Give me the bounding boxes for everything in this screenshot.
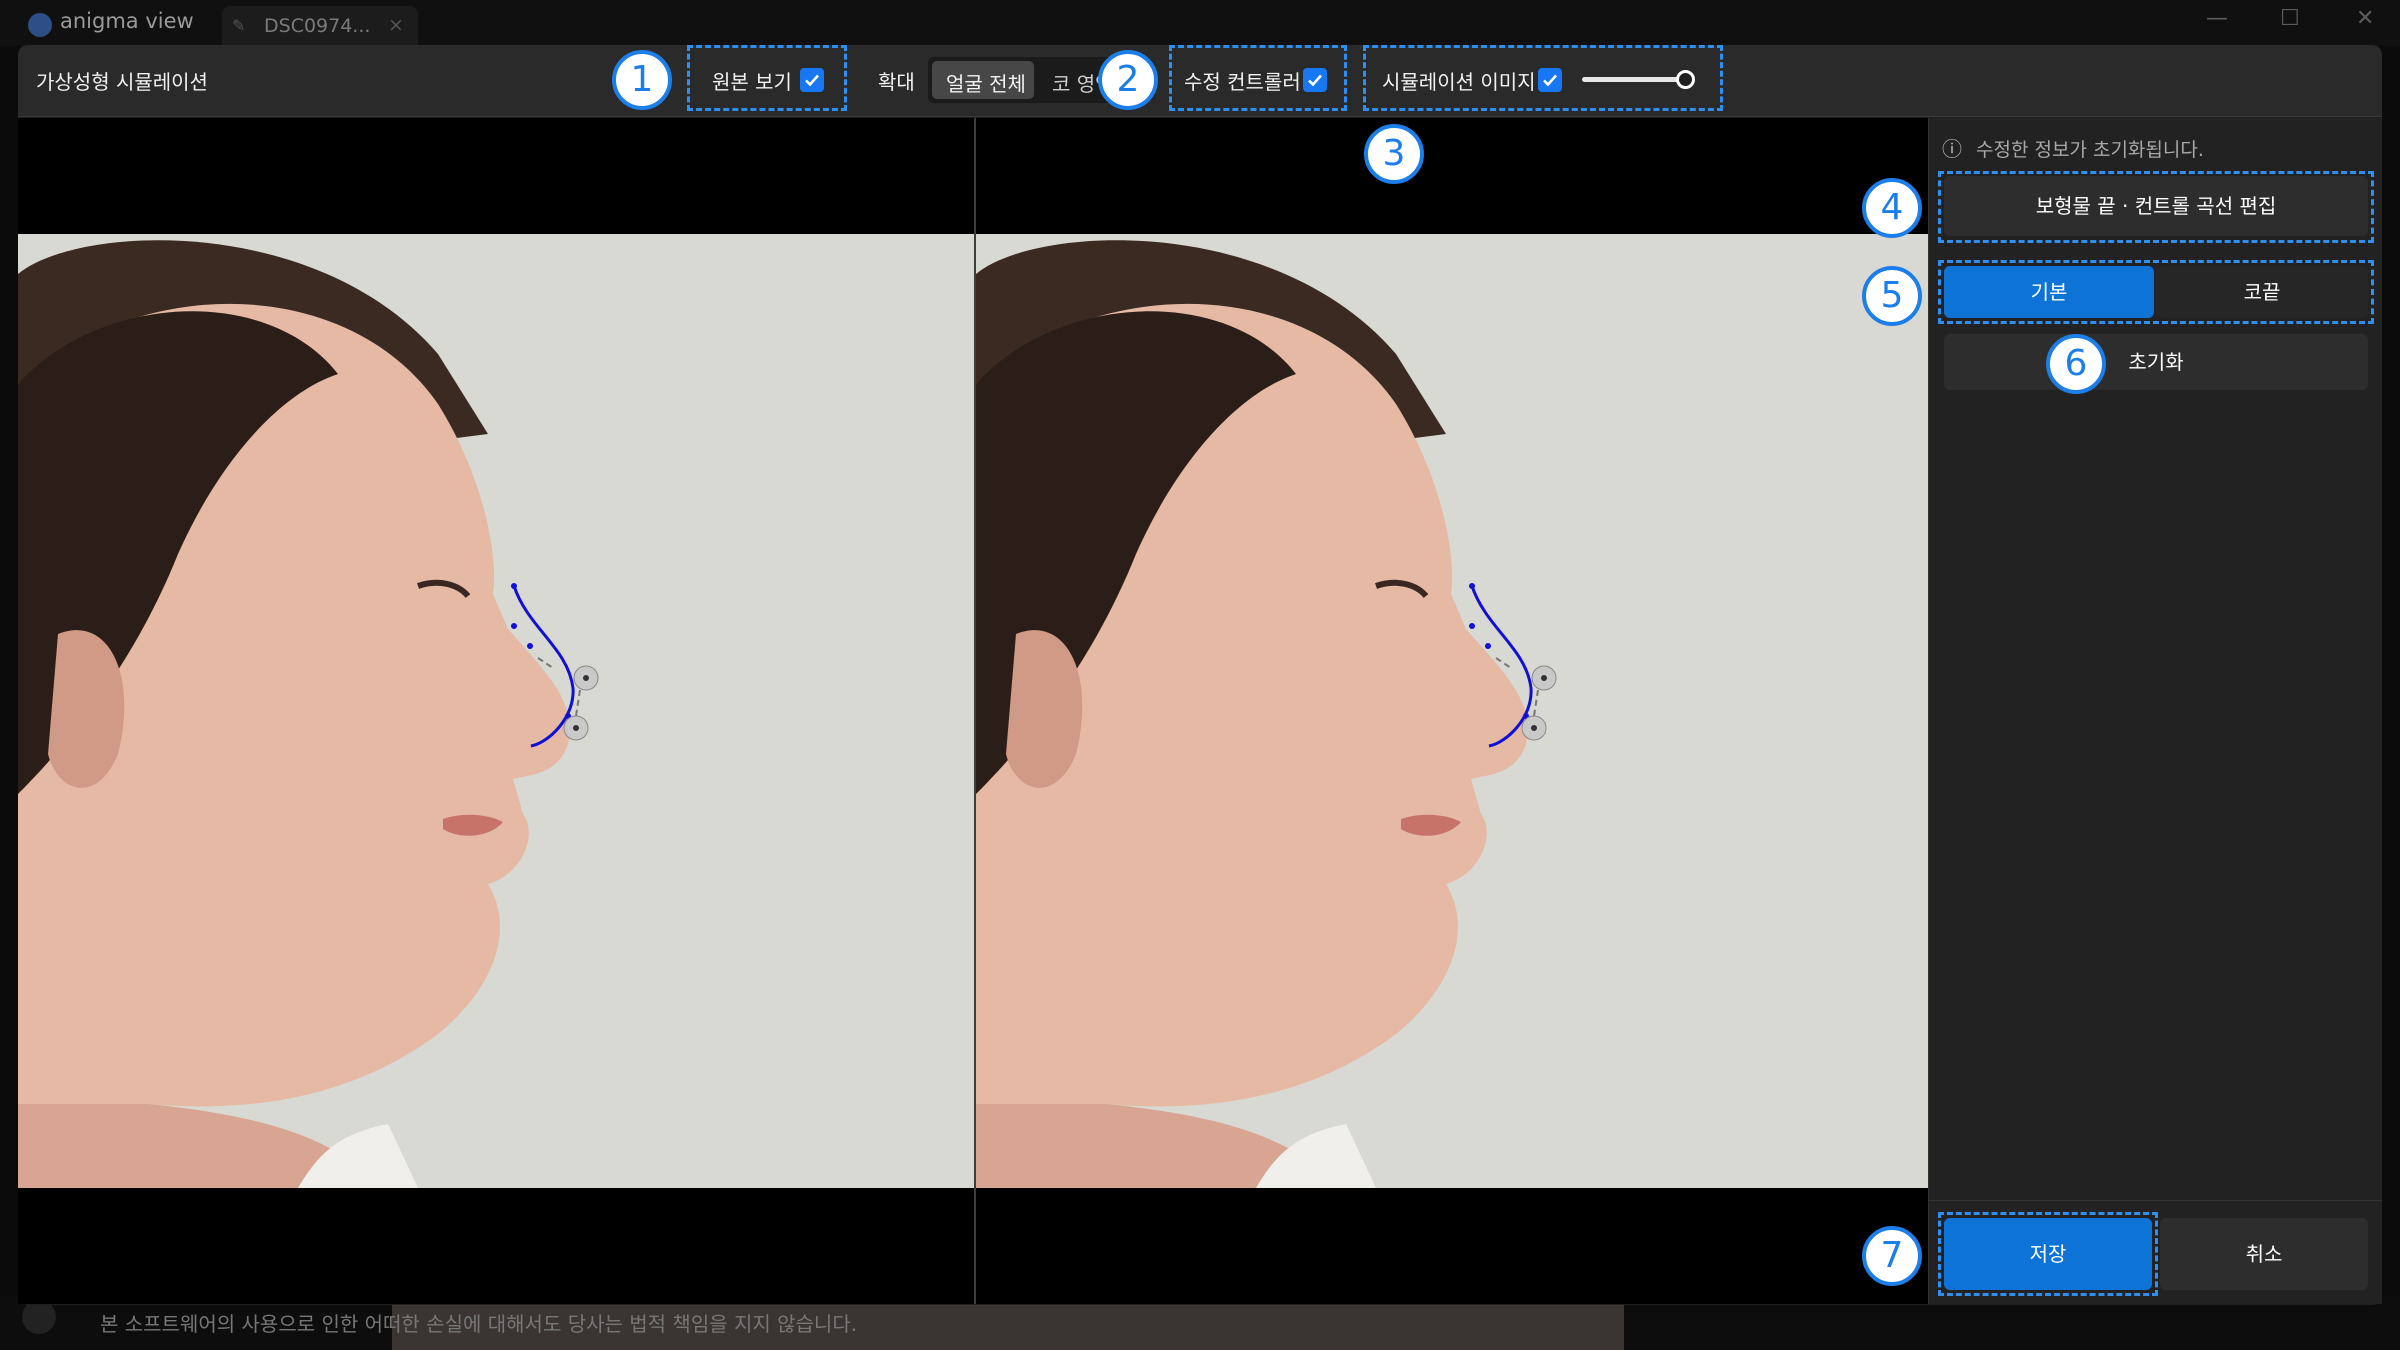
callout-badge-6: 6 bbox=[2046, 334, 2106, 394]
callout-badge-5: 5 bbox=[1862, 266, 1922, 326]
nose-control-curve-sim bbox=[1469, 583, 1557, 748]
zoom-label: 확대 bbox=[878, 70, 915, 94]
tab-label: DSC0974... bbox=[264, 15, 371, 37]
dialog-title: 가상성형 시뮬레이션 bbox=[36, 70, 208, 94]
callout-badge-1: 1 bbox=[612, 50, 672, 110]
sim-opacity-slider-track[interactable] bbox=[1582, 77, 1686, 82]
original-image-pane bbox=[18, 118, 974, 1304]
nose-control-curve bbox=[511, 583, 599, 748]
panel-footer-divider bbox=[1928, 1200, 2382, 1201]
document-tab[interactable]: ✎ DSC0974... × bbox=[222, 6, 418, 46]
close-window-icon[interactable]: ✕ bbox=[2356, 6, 2374, 31]
check-icon bbox=[805, 74, 819, 87]
user-avatar bbox=[22, 1300, 56, 1334]
tab-nose-tip[interactable]: 코끝 bbox=[2156, 266, 2368, 318]
simulation-image-pane bbox=[976, 118, 1928, 1304]
check-icon bbox=[1308, 74, 1322, 87]
tab-basic[interactable]: 기본 bbox=[1944, 266, 2154, 318]
edit-curve-button[interactable]: 보형물 끝 · 컨트롤 곡선 편집 bbox=[1944, 176, 2368, 236]
tab-close-icon[interactable]: × bbox=[388, 14, 404, 36]
callout-badge-3: 3 bbox=[1364, 124, 1424, 184]
file-icon: ✎ bbox=[232, 16, 246, 35]
zoom-option-face-label: 얼굴 전체 bbox=[946, 72, 1026, 96]
callout-badge-2: 2 bbox=[1098, 50, 1158, 110]
check-icon bbox=[1543, 74, 1557, 87]
info-icon: ⓘ bbox=[1942, 137, 1962, 161]
callout-badge-7: 7 bbox=[1862, 1226, 1922, 1286]
reset-notice: 수정한 정보가 초기화됩니다. bbox=[1976, 139, 2204, 161]
minimize-icon[interactable]: — bbox=[2206, 6, 2228, 31]
edit-controller-checkbox[interactable] bbox=[1303, 68, 1327, 92]
maximize-icon[interactable]: ☐ bbox=[2280, 6, 2300, 31]
callout-badge-4: 4 bbox=[1862, 178, 1922, 238]
background-notice: 본 소프트웨어의 사용으로 인한 어떠한 손실에 대해서도 당사는 법적 책임을… bbox=[100, 1312, 858, 1336]
sim-image-checkbox[interactable] bbox=[1538, 68, 1562, 92]
save-button[interactable]: 저장 bbox=[1944, 1218, 2152, 1290]
show-original-label: 원본 보기 bbox=[712, 70, 792, 94]
show-original-checkbox[interactable] bbox=[800, 68, 824, 92]
cancel-button[interactable]: 취소 bbox=[2160, 1218, 2368, 1290]
reset-button[interactable]: 초기화 bbox=[1944, 334, 2368, 390]
sim-opacity-slider-handle[interactable] bbox=[1676, 70, 1695, 89]
app-logo-icon bbox=[28, 13, 52, 37]
app-name: anigma view bbox=[60, 9, 194, 33]
sim-image-label: 시뮬레이션 이미지 bbox=[1382, 70, 1536, 94]
edit-controller-label: 수정 컨트롤러 bbox=[1184, 70, 1301, 94]
zoom-segmented-control: 얼굴 전체 코 영역 bbox=[928, 57, 1120, 103]
